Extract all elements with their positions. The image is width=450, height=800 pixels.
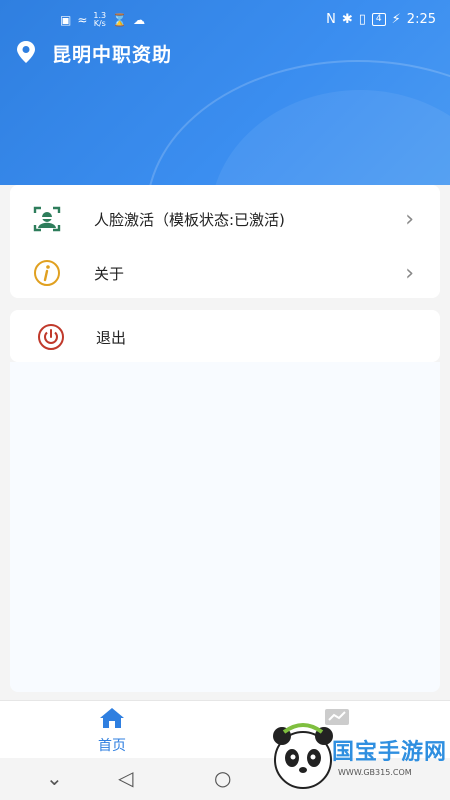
nfc-icon: N (326, 12, 336, 27)
menu-card: 人脸激活（模板状态:已激活) › 关于 › (10, 185, 440, 298)
page-title: 昆明中职资助 (52, 44, 173, 66)
status-left: ▣ ≈ 1.3 K/s ⌛ ☁ (60, 12, 145, 28)
watermark-url: WWW.GB315.COM (338, 768, 412, 777)
tab-home-label: 首页 (98, 738, 126, 754)
menu-item-face-activation[interactable]: 人脸激活（模板状态:已激活) › (10, 192, 440, 246)
vibrate-icon: ▯ (358, 12, 366, 27)
content-area (10, 362, 440, 692)
info-icon (32, 258, 62, 288)
battery-indicator: 4 (371, 13, 386, 26)
clock: 2:25 (406, 12, 436, 27)
home-icon (99, 708, 125, 733)
cloud-icon: ☁ (133, 13, 146, 27)
home-circle-icon[interactable]: ○ (214, 766, 231, 790)
logout-label: 退出 (96, 328, 127, 347)
network-speed: 1.3 K/s (93, 12, 106, 28)
logout-button[interactable]: 退出 (10, 310, 440, 364)
wifi-icon: ≈ (77, 13, 88, 27)
notification-icon: ▣ (60, 13, 72, 27)
status-right: N ✱ ▯ 4 ⚡ 2:25 (326, 12, 436, 27)
chevron-right-icon: › (405, 260, 414, 286)
face-scan-icon (32, 204, 62, 234)
tab-home[interactable]: 首页 (67, 707, 157, 755)
hourglass-icon: ⌛ (112, 13, 128, 27)
status-bar: ▣ ≈ 1.3 K/s ⌛ ☁ N ✱ ▯ 4 ⚡ 2:25 (0, 0, 450, 40)
location-pin-icon (16, 40, 36, 67)
watermark: 国宝手游网 WWW.GB315.COM (268, 712, 450, 800)
chevron-down-icon[interactable]: ⌄ (46, 766, 63, 790)
chevron-right-icon: › (405, 206, 414, 232)
menu-item-label: 人脸激活（模板状态:已激活) (94, 210, 285, 229)
watermark-text: 国宝手游网 (332, 740, 448, 765)
network-speed-unit: K/s (93, 19, 106, 28)
power-icon (36, 322, 66, 352)
title-row: 昆明中职资助 (16, 40, 172, 67)
bluetooth-icon: ✱ (341, 12, 353, 27)
back-icon[interactable]: ◁ (118, 766, 133, 790)
app-header: ▣ ≈ 1.3 K/s ⌛ ☁ N ✱ ▯ 4 ⚡ 2:25 昆明中职资助 (0, 0, 450, 185)
charging-icon: ⚡ (391, 12, 401, 27)
header-decoration-ring (146, 60, 450, 185)
menu-item-about[interactable]: 关于 › (10, 246, 440, 300)
logout-card: 退出 (10, 310, 440, 362)
panda-logo (273, 723, 333, 789)
menu-item-label: 关于 (94, 264, 125, 283)
